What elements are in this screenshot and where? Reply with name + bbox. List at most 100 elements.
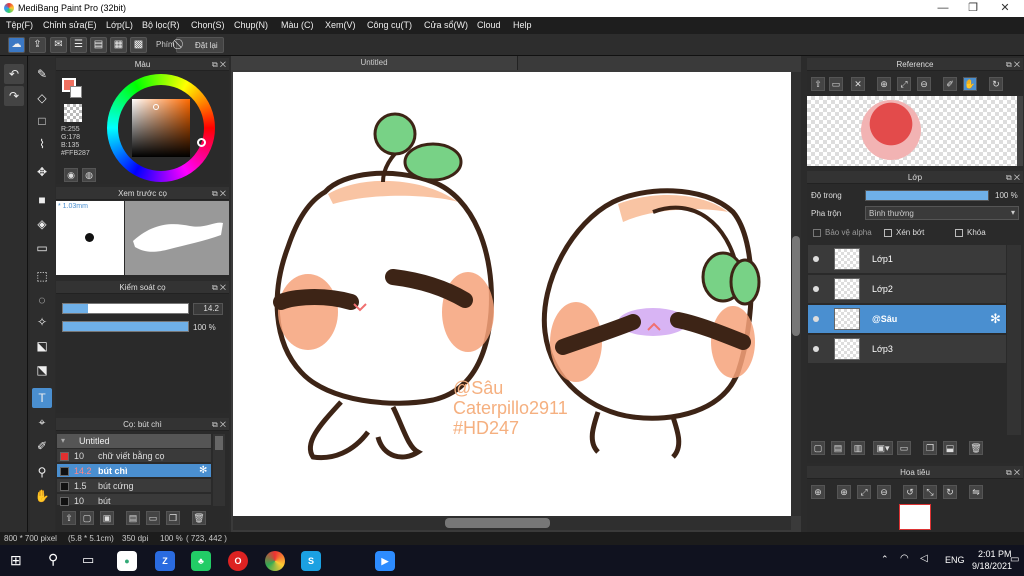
wifi-icon[interactable]: ◠ bbox=[900, 553, 909, 564]
rotate-icon[interactable]: ↻ bbox=[989, 77, 1003, 91]
reference-scrollbar[interactable] bbox=[1017, 96, 1023, 166]
layer-row[interactable]: Lớp1 bbox=[808, 245, 1006, 274]
language-indicator[interactable]: ENG bbox=[945, 555, 965, 565]
redo-icon[interactable]: ↷ bbox=[4, 86, 24, 106]
scroll-thumb[interactable] bbox=[215, 436, 223, 450]
search-icon[interactable]: ⚲ bbox=[48, 551, 58, 568]
eyedropper-icon[interactable]: ⚲ bbox=[32, 462, 52, 482]
panel-controls-icon[interactable]: ⧉ ✕ bbox=[1006, 171, 1020, 184]
brush-item[interactable]: 10 chữ viết bằng cọ bbox=[57, 449, 211, 463]
comment-icon[interactable]: ✉ bbox=[50, 37, 67, 53]
blend-select[interactable]: Bình thường ▾ bbox=[865, 206, 1019, 220]
layer-row[interactable]: Lớp3 bbox=[808, 335, 1006, 364]
operation-icon[interactable]: ⌖ bbox=[32, 412, 52, 432]
zoom-out-icon[interactable]: ⊖ bbox=[877, 485, 891, 499]
palette-add-icon[interactable]: ◍ bbox=[82, 168, 96, 182]
medibang-app-icon[interactable]: ● bbox=[117, 551, 137, 571]
close-ref-icon[interactable]: ✕ bbox=[851, 77, 865, 91]
menu-help[interactable]: Help bbox=[513, 20, 532, 30]
rect-fill-icon[interactable]: ■ bbox=[32, 190, 52, 210]
panel-controls-icon[interactable]: ⧉ ✕ bbox=[1006, 466, 1020, 479]
menu-edit[interactable]: Chỉnh sửa(E) bbox=[43, 20, 97, 30]
hand-icon[interactable]: ✋ bbox=[963, 77, 977, 91]
collapse-icon[interactable]: ▾ bbox=[61, 436, 65, 445]
canvas-tab[interactable]: Untitled bbox=[231, 56, 518, 70]
notification-icon[interactable]: ▭ bbox=[1010, 554, 1019, 565]
open-folder-icon[interactable]: ▭ bbox=[829, 77, 843, 91]
flip-icon[interactable]: ⇋ bbox=[969, 485, 983, 499]
volume-icon[interactable]: ◁ bbox=[920, 553, 928, 564]
document-icon[interactable]: ▤ bbox=[90, 37, 107, 53]
panel-controls-icon[interactable]: ⧉ ✕ bbox=[1006, 58, 1020, 71]
brush-item[interactable]: 1.5 bút cứng bbox=[57, 479, 211, 493]
zoom-icon[interactable]: ⊕ bbox=[811, 485, 825, 499]
rotate-left-icon[interactable]: ↺ bbox=[903, 485, 917, 499]
canvas-hscrollbar[interactable] bbox=[233, 516, 791, 530]
menu-layer[interactable]: Lớp(L) bbox=[106, 20, 133, 30]
zalo-app-icon[interactable]: Z bbox=[155, 551, 175, 571]
menu-file[interactable]: Tệp(F) bbox=[6, 20, 33, 30]
brush-size-slider[interactable] bbox=[62, 303, 189, 314]
opera-icon[interactable]: O bbox=[228, 551, 248, 571]
trash-icon[interactable]: 🗑 bbox=[192, 511, 206, 525]
chat-icon[interactable]: ☰ bbox=[70, 37, 87, 53]
new-8bit-layer-icon[interactable]: ▥ bbox=[851, 441, 865, 455]
layer-opacity-slider[interactable] bbox=[865, 190, 989, 201]
menu-window[interactable]: Cửa sổ(W) bbox=[424, 20, 468, 30]
cloud-icon[interactable]: ☁ bbox=[8, 37, 25, 53]
clock-time[interactable]: 2:01 PM bbox=[978, 549, 1012, 559]
panel-controls-icon[interactable]: ⧉ ✕ bbox=[212, 58, 226, 71]
select-pen-icon[interactable]: ⬕ bbox=[32, 336, 52, 356]
menu-cloud[interactable]: Cloud bbox=[477, 20, 501, 30]
hue-ring[interactable] bbox=[107, 74, 215, 182]
panel-controls-icon[interactable]: ⧉ ✕ bbox=[212, 281, 226, 294]
duplicate-layer-icon[interactable]: ❐ bbox=[923, 441, 937, 455]
lock-checkbox[interactable] bbox=[955, 229, 963, 237]
menu-filter[interactable]: Bộ lọc(R) bbox=[142, 20, 180, 30]
zoom-in-icon[interactable]: ⊕ bbox=[877, 77, 891, 91]
panel-icon[interactable]: ▩ bbox=[130, 37, 147, 53]
select-rect-icon[interactable]: ⬚ bbox=[32, 266, 52, 286]
brush-item[interactable]: 10 bút bbox=[57, 494, 211, 506]
new-layer-icon[interactable]: ▢ bbox=[811, 441, 825, 455]
layer-row-selected[interactable]: @Sâu ✻ bbox=[808, 305, 1006, 334]
clock-date[interactable]: 9/18/2021 bbox=[972, 561, 1012, 571]
brush-size-value[interactable]: 14.2 bbox=[193, 303, 223, 315]
upload-icon[interactable]: ⇧ bbox=[811, 77, 825, 91]
brush-opacity-slider[interactable] bbox=[62, 321, 189, 332]
dot-icon[interactable]: □ bbox=[32, 111, 52, 131]
gear-icon[interactable]: ✻ bbox=[990, 311, 1001, 327]
zoom-app-icon[interactable]: ▶ bbox=[375, 551, 395, 571]
navigator-thumbnail[interactable] bbox=[899, 504, 931, 530]
text-icon[interactable]: T bbox=[32, 388, 52, 408]
new-halftone-layer-icon[interactable]: ▤ bbox=[831, 441, 845, 455]
saturation-value-square[interactable] bbox=[132, 99, 190, 157]
menu-capture[interactable]: Chụp(N) bbox=[234, 20, 268, 30]
eye-icon[interactable] bbox=[813, 316, 819, 322]
bucket-icon[interactable]: ◈ bbox=[32, 214, 52, 234]
reset-button[interactable]: ⃠ Đặt lại bbox=[176, 37, 224, 53]
drawing-canvas[interactable]: @Sâu Caterpillo2911 #HD247 bbox=[233, 72, 791, 516]
task-view-icon[interactable]: ▭ bbox=[82, 552, 94, 568]
menu-color[interactable]: Màu (C) bbox=[281, 20, 314, 30]
brush-menu-icon[interactable]: ▣ bbox=[100, 511, 114, 525]
magic-wand-icon[interactable]: ✧ bbox=[32, 312, 52, 332]
eye-icon[interactable] bbox=[813, 286, 819, 292]
add-brush-icon[interactable]: ⇧ bbox=[62, 511, 76, 525]
menu-view[interactable]: Xem(V) bbox=[325, 20, 356, 30]
close-button[interactable]: ✕ bbox=[990, 1, 1020, 16]
menu-select[interactable]: Chọn(S) bbox=[191, 20, 225, 30]
lasso-icon[interactable]: ◌ bbox=[32, 290, 52, 310]
folder-icon[interactable]: ▭ bbox=[146, 511, 160, 525]
eraser-icon[interactable]: ◇ bbox=[32, 88, 52, 108]
merge-layer-icon[interactable]: ⬓ bbox=[943, 441, 957, 455]
scroll-thumb[interactable] bbox=[792, 236, 800, 336]
palette-icon[interactable]: ◉ bbox=[64, 168, 78, 182]
layer-menu-icon[interactable]: ▣▾ bbox=[873, 441, 893, 455]
layer-folder-icon[interactable]: ▭ bbox=[897, 441, 911, 455]
curve-icon[interactable]: ⌇ bbox=[32, 134, 52, 154]
color-cursor[interactable] bbox=[153, 104, 159, 110]
transparent-swatch[interactable] bbox=[64, 104, 82, 122]
clipping-checkbox[interactable] bbox=[884, 229, 892, 237]
minimize-button[interactable]: — bbox=[928, 1, 958, 16]
